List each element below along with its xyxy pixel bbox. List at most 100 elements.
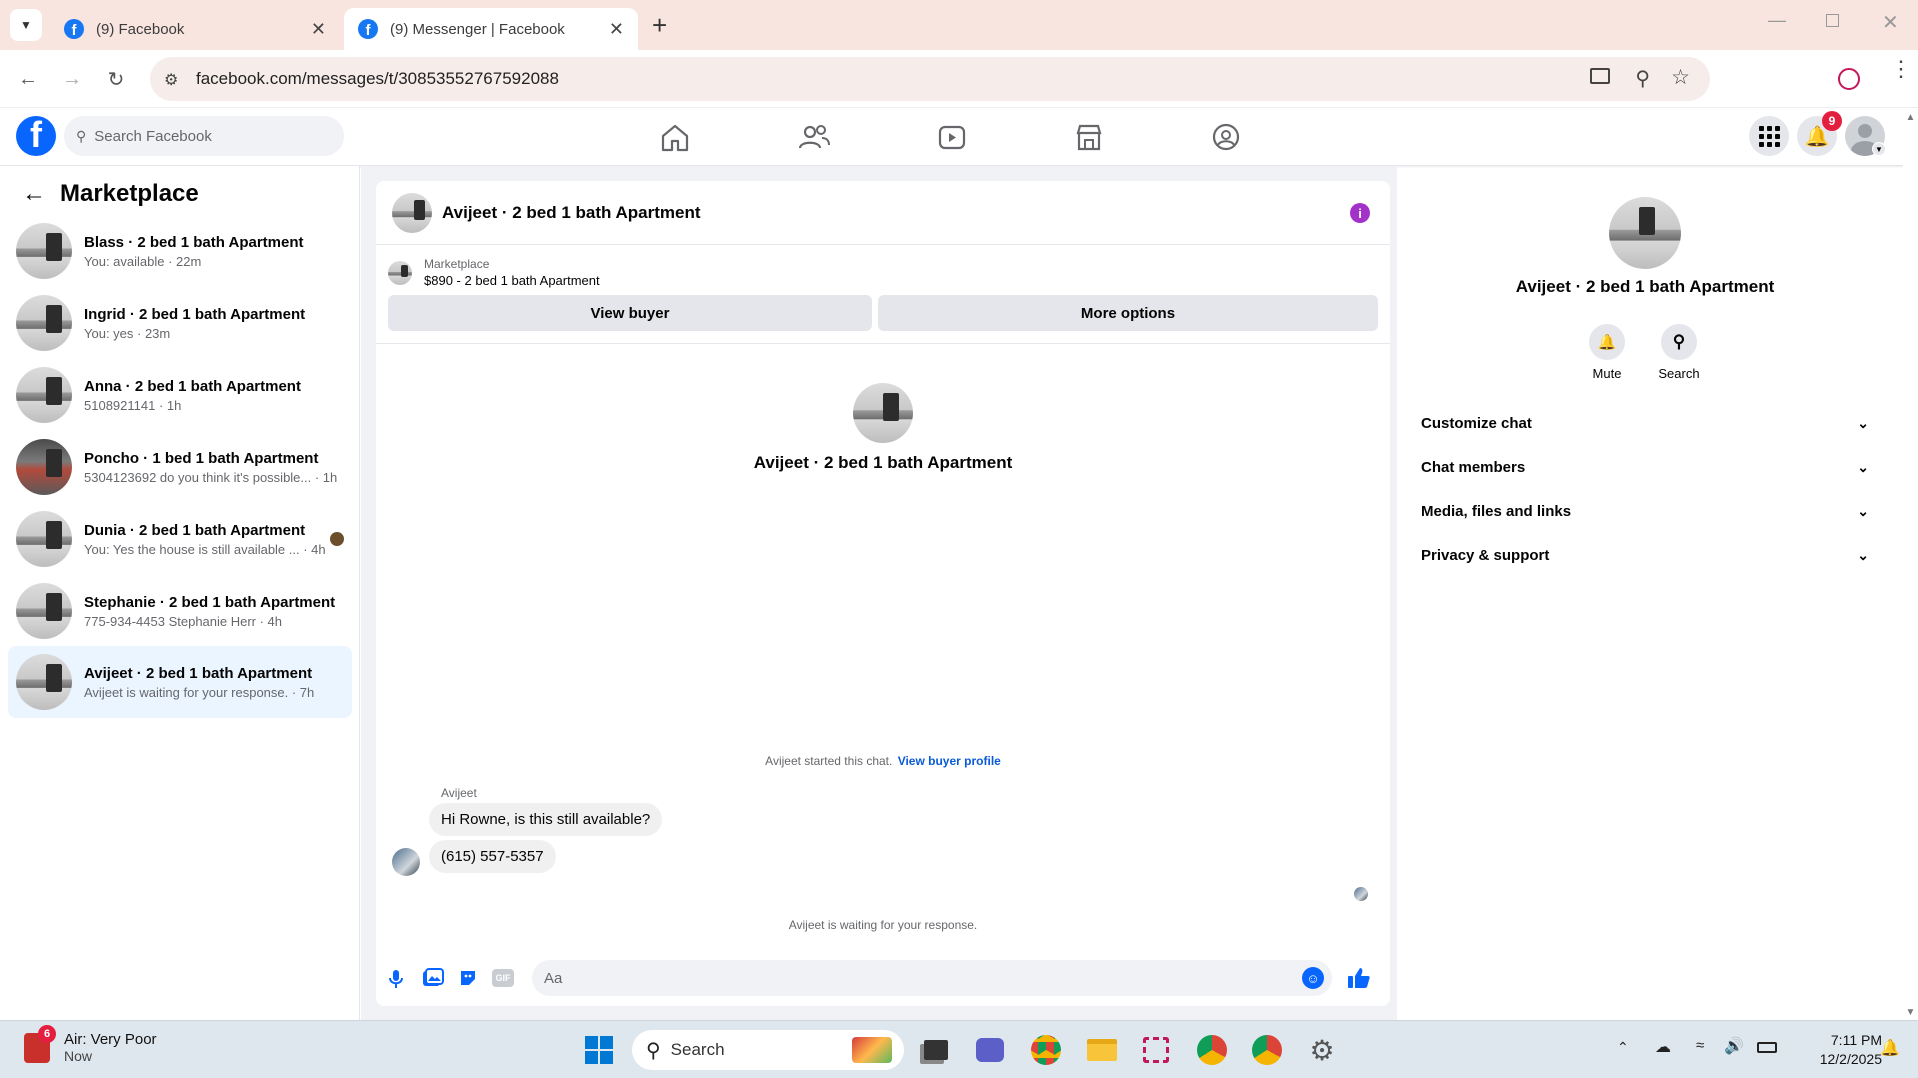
friends-icon[interactable] [796, 120, 832, 154]
chat-panel: Avijeet · 2 bed 1 bath Apartment i Marke… [376, 181, 1390, 1006]
task-view-icon[interactable] [916, 1030, 956, 1070]
facebook-logo-icon[interactable]: f [16, 116, 56, 156]
emoji-icon[interactable]: ☺ [1302, 967, 1324, 989]
conversation-name: Blass · 2 bed 1 bath Apartment [84, 233, 304, 251]
clock[interactable]: 7:11 PM 12/2/2025 [1796, 1032, 1882, 1067]
listing-thumbnail [16, 511, 72, 567]
page-scrollbar[interactable]: ▲ ▼ [1903, 108, 1918, 1020]
taskbar-search[interactable]: ⚲ Search [632, 1030, 904, 1070]
back-button[interactable]: ← [12, 63, 44, 95]
divider [376, 343, 1390, 344]
conversation-item[interactable]: Anna · 2 bed 1 bath Apartment 5108921141 … [8, 360, 352, 430]
tab-messenger[interactable]: f (9) Messenger | Facebook ✕ [344, 8, 638, 50]
battery-icon[interactable] [1757, 1042, 1777, 1053]
weather-widget[interactable]: 6 Air: Very Poor Now [24, 1025, 157, 1064]
chrome-menu-icon[interactable]: ⋮ [1890, 58, 1912, 80]
photo-icon[interactable] [422, 968, 444, 988]
info-icon[interactable]: i [1350, 203, 1370, 223]
intro-avatar[interactable] [853, 383, 913, 443]
search-icon: ⚲ [646, 1039, 661, 1062]
volume-icon[interactable]: 🔊 [1724, 1036, 1744, 1056]
gif-icon[interactable]: GIF [492, 969, 514, 987]
details-avatar[interactable] [1609, 197, 1681, 269]
forward-button[interactable]: → [56, 63, 88, 95]
minimize-button[interactable]: — [1768, 10, 1786, 31]
back-arrow-icon[interactable]: ← [22, 180, 46, 208]
marketplace-conversation-list: ← Marketplace Blass · 2 bed 1 bath Apart… [0, 166, 360, 1020]
bookmark-star-icon[interactable]: ☆ [1671, 65, 1690, 90]
conversation-item[interactable]: Poncho · 1 bed 1 bath Apartment 530412369… [8, 432, 352, 502]
close-tab-icon[interactable]: ✕ [311, 19, 326, 40]
tab-search-button[interactable]: ▼ [10, 9, 42, 41]
close-window-button[interactable]: ✕ [1882, 10, 1899, 35]
thumbs-up-icon[interactable] [1346, 965, 1372, 991]
message-bubble[interactable]: Hi Rowne, is this still available? [429, 803, 663, 836]
show-hidden-icons[interactable]: ⌃ [1617, 1039, 1629, 1056]
microphone-icon[interactable] [386, 968, 406, 990]
customize-chat-section[interactable]: Customize chat ⌄ [1421, 401, 1869, 445]
privacy-support-section[interactable]: Privacy & support ⌄ [1421, 533, 1869, 577]
search-placeholder: Search Facebook [94, 127, 212, 145]
view-buyer-profile-link[interactable]: View buyer profile [898, 754, 1001, 768]
chrome-icon[interactable] [1026, 1030, 1066, 1070]
scroll-up-icon[interactable]: ▲ [1903, 112, 1918, 123]
video-icon[interactable] [934, 120, 970, 154]
listing-thumbnail [388, 260, 412, 285]
restore-button[interactable] [1826, 14, 1839, 27]
zoom-icon[interactable]: ⚲ [1635, 66, 1650, 91]
install-app-icon[interactable] [1590, 68, 1610, 84]
new-tab-button[interactable]: + [652, 10, 667, 41]
intro-name: Avijeet · 2 bed 1 bath Apartment [753, 453, 1013, 472]
scroll-down-icon[interactable]: ▼ [1903, 1007, 1918, 1018]
message-input[interactable]: Aa ☺ [532, 960, 1332, 996]
snipping-tool-icon[interactable] [1136, 1030, 1176, 1070]
chat-members-section[interactable]: Chat members ⌄ [1421, 445, 1869, 489]
started-text: Avijeet started this chat. [765, 754, 893, 768]
chrome-profile-icon[interactable] [1247, 1030, 1287, 1070]
listing-summary[interactable]: Marketplace $890 - 2 bed 1 bath Apartmen… [388, 257, 600, 288]
settings-icon[interactable]: ⚙ [1302, 1030, 1342, 1070]
chat-title[interactable]: Avijeet · 2 bed 1 bath Apartment [442, 203, 701, 223]
reload-button[interactable]: ↻ [100, 63, 132, 95]
message-bubble[interactable]: (615) 557-5357 [429, 840, 556, 873]
conversation-item-selected[interactable]: Avijeet · 2 bed 1 bath Apartment Avijeet … [8, 646, 352, 718]
listing-thumbnail [16, 223, 72, 279]
search-highlight-icon [852, 1037, 892, 1063]
conversation-item[interactable]: Stephanie · 2 bed 1 bath Apartment 775-93… [8, 576, 352, 646]
more-options-button[interactable]: More options [878, 295, 1378, 331]
mute-button[interactable]: 🔔 Mute [1577, 324, 1637, 381]
chrome-profile-icon[interactable] [1192, 1030, 1232, 1070]
media-files-links-section[interactable]: Media, files and links ⌄ [1421, 489, 1869, 533]
notification-bell-icon[interactable]: 🔔 [1880, 1038, 1900, 1058]
sticker-icon[interactable] [458, 968, 478, 988]
sender-avatar[interactable] [392, 848, 420, 876]
search-label: Search [1658, 366, 1700, 381]
chat-started-note: Avijeet started this chat. View buyer pr… [376, 754, 1390, 768]
address-bar[interactable]: ⚙ facebook.com/messages/t/30853552767592… [150, 57, 1710, 101]
conversation-item[interactable]: Dunia · 2 bed 1 bath Apartment You: Yes t… [8, 504, 352, 574]
file-explorer-icon[interactable] [1082, 1030, 1122, 1070]
onedrive-icon[interactable]: ☁ [1655, 1037, 1671, 1057]
view-buyer-button[interactable]: View buyer [388, 295, 872, 331]
sender-name: Avijeet [441, 786, 477, 800]
tab-facebook[interactable]: f (9) Facebook ✕ [50, 8, 340, 50]
marketplace-icon[interactable] [1071, 120, 1107, 154]
menu-grid-button[interactable] [1749, 116, 1789, 156]
site-info-icon[interactable]: ⚙ [164, 70, 178, 90]
conversation-item[interactable]: Blass · 2 bed 1 bath Apartment You: avail… [8, 216, 352, 286]
wifi-icon[interactable]: ≈ [1696, 1037, 1704, 1054]
facebook-search-input[interactable]: ⚲ Search Facebook [64, 116, 344, 156]
start-button[interactable] [579, 1030, 619, 1070]
search-button[interactable]: ⚲ Search [1649, 324, 1709, 381]
gaming-icon[interactable] [1208, 120, 1244, 154]
chat-avatar[interactable] [392, 192, 432, 233]
teams-icon[interactable] [970, 1030, 1010, 1070]
windows-logo-icon [585, 1036, 613, 1064]
account-chevron-icon[interactable]: ▼ [1872, 142, 1886, 156]
section-label: Customize chat [1421, 414, 1532, 432]
conversation-item[interactable]: Ingrid · 2 bed 1 bath Apartment You: yes … [8, 288, 352, 358]
profile-icon[interactable] [1838, 68, 1860, 90]
chevron-down-icon: ⌄ [1857, 546, 1869, 563]
home-icon[interactable] [657, 120, 693, 154]
close-tab-icon[interactable]: ✕ [609, 19, 624, 40]
